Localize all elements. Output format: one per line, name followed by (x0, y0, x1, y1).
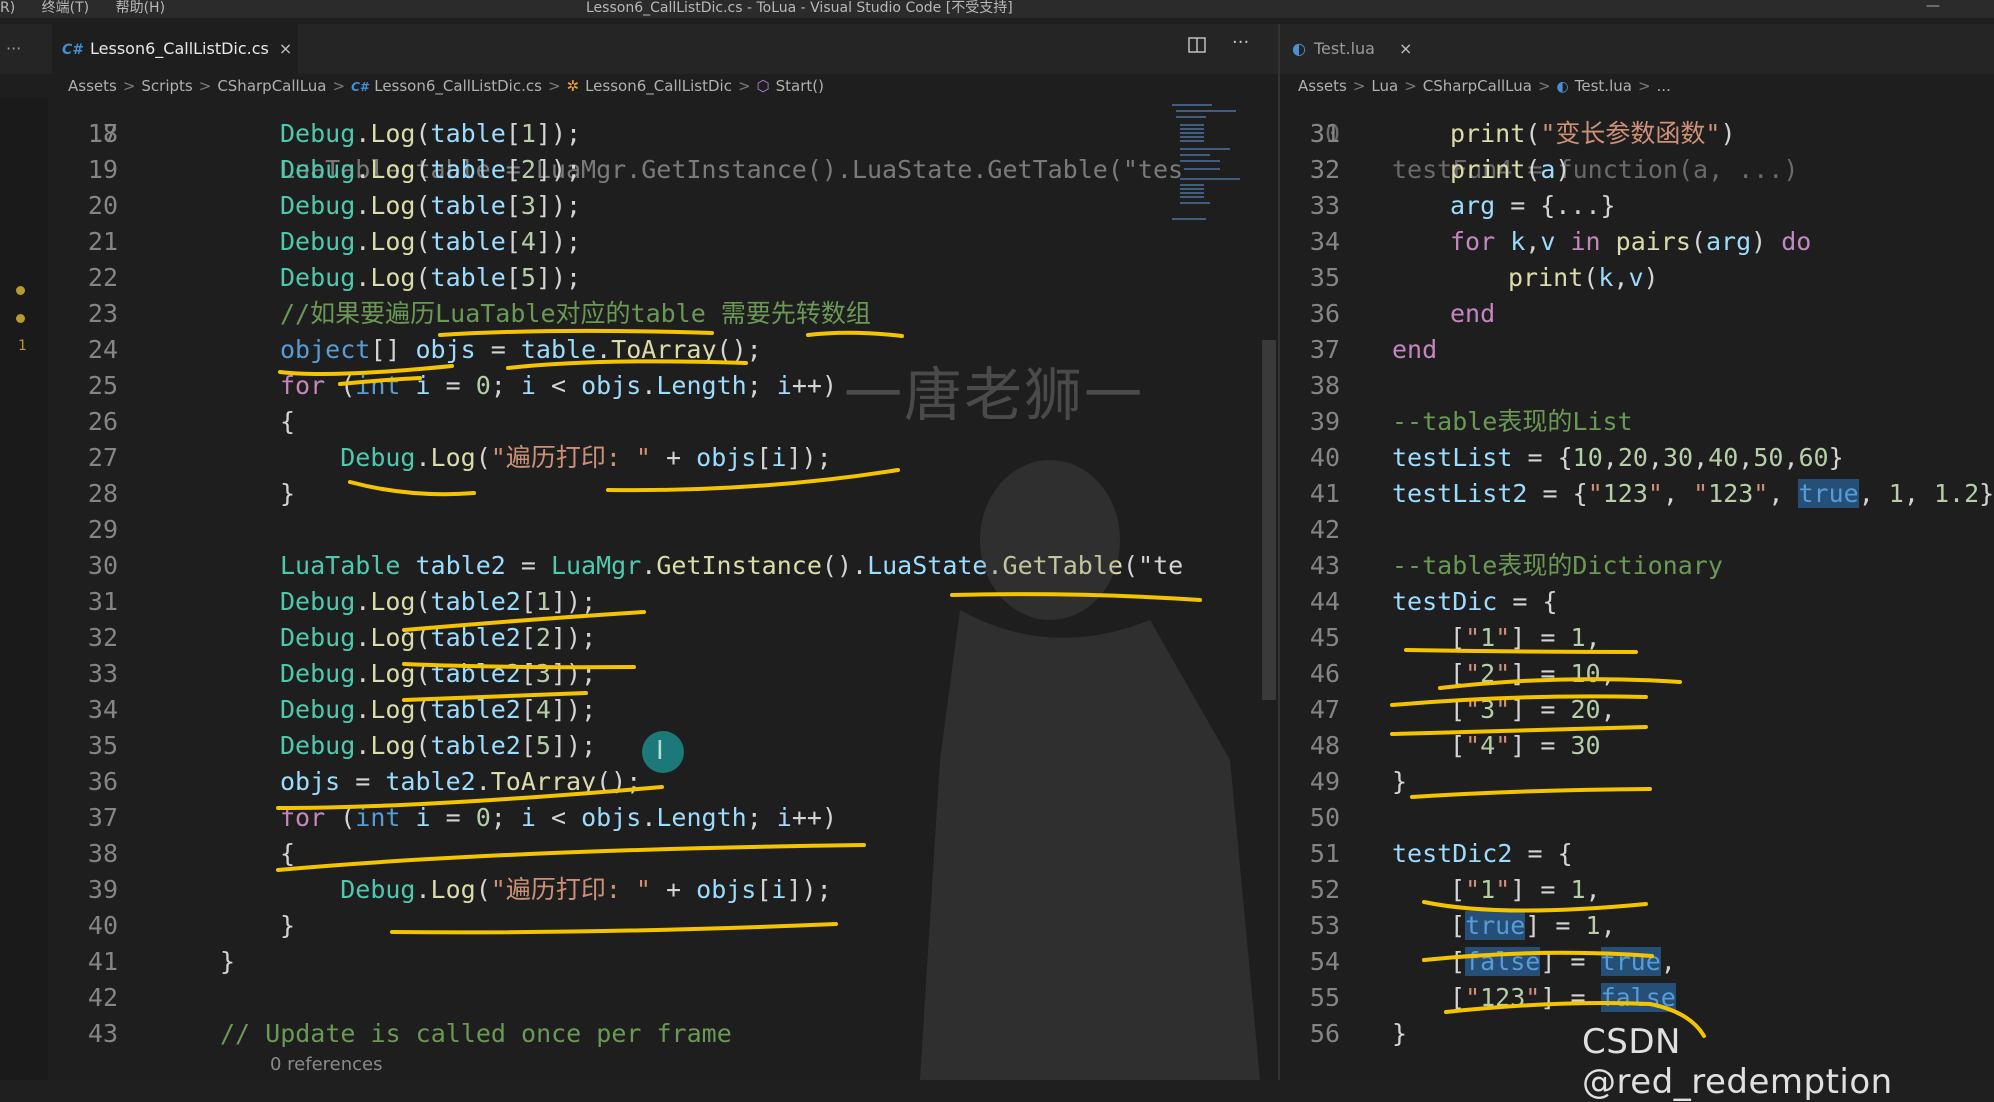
annotation-layer (276, 328, 1706, 1038)
annotation-underline (276, 785, 664, 810)
annotation-underline (278, 364, 454, 376)
annotation-underline (1390, 694, 1648, 707)
annotation-underline (1422, 950, 1654, 962)
annotation-underline (950, 592, 1202, 602)
annotation-underline (338, 376, 422, 386)
annotation-underline (606, 468, 900, 493)
annotation-underline (1422, 900, 1648, 913)
annotation-underline (1390, 725, 1648, 736)
annotation-underline (402, 662, 636, 670)
mouse-cursor-indicator: I (642, 731, 684, 773)
annotation-underline (1404, 648, 1638, 654)
annotation-underline (390, 922, 838, 935)
annotation-underline (438, 328, 714, 337)
csdn-credit: CSDN @red_redemption (1582, 1022, 1893, 1102)
annotation-underline (276, 843, 866, 872)
text-cursor-icon: I (656, 736, 664, 766)
annotation-underline (806, 330, 904, 338)
annotation-underline (348, 480, 476, 497)
annotation-underline (402, 610, 646, 632)
annotation-underline (506, 359, 748, 370)
annotation-underline (1438, 677, 1682, 690)
annotation-underline (402, 691, 588, 702)
annotation-underline (1410, 787, 1652, 799)
